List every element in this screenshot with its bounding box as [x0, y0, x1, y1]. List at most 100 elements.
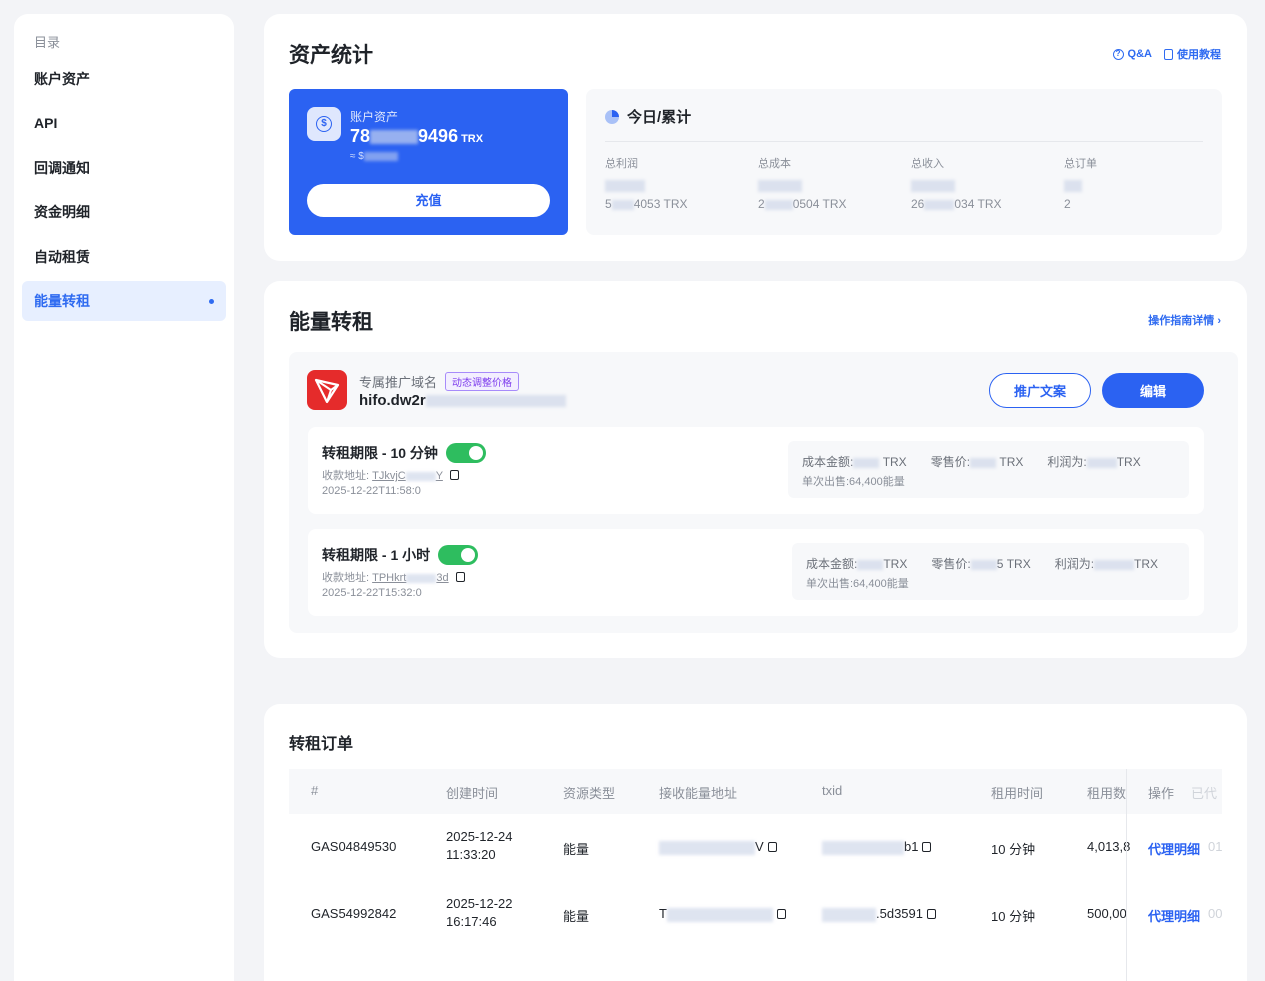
copy-icon[interactable]: [455, 572, 465, 582]
orders-card: 转租订单 # 创建时间 资源类型 接收能量地址 txid 租用时间 租用数 操作…: [264, 704, 1247, 981]
copy-icon[interactable]: [449, 470, 459, 480]
pie-chart-icon: [605, 109, 619, 124]
redacted-mask: [611, 199, 634, 210]
sidebar-item-auto-rent[interactable]: 自动租赁: [22, 237, 226, 277]
stat-value-suffix: 034 TRX: [954, 197, 1002, 211]
price-line: 成本金额: TRX 零售价: 5 TRX 利润为: TRX: [806, 555, 1158, 572]
term-title-row: 转租期限 - 1 小时: [322, 545, 479, 565]
domain-label-row: 专属推广域名 动态调整价格: [359, 372, 520, 391]
address-start: T: [659, 906, 667, 921]
retail-label: 零售价:: [931, 557, 971, 571]
receive-address: 收款地址: TJkvjC Y: [322, 467, 459, 483]
term-title: 转租期限 - 10 分钟: [322, 445, 438, 461]
stat-label: 总利润: [605, 158, 638, 170]
order-created: 2025-12-24 11:33:20: [446, 828, 513, 864]
proxy-detail-link[interactable]: 代理明细: [1148, 906, 1200, 925]
stats-panel: 今日/累计 总利润 5 4053 TRX 总成本 2 0504 TRX 总收入 26…: [586, 89, 1222, 235]
sublet-term-row: 转租期限 - 1 小时 收款地址: TPHkrt 3d 2025-12-22T15…: [308, 529, 1204, 616]
profit: 利润为: TRX: [1047, 453, 1140, 470]
cost-amount: 成本金额: TRX: [802, 453, 907, 470]
redacted-mask: [363, 151, 398, 161]
cost-unit: TRX: [882, 455, 907, 469]
order-address: T: [659, 906, 786, 922]
balance-prefix: 78: [350, 126, 371, 146]
term-date: 2025-12-22T15:32:0: [322, 587, 422, 599]
address-value[interactable]: TJkvjC: [372, 470, 406, 482]
redacted-mask: [764, 199, 793, 210]
price-line: 成本金额: TRX 零售价: TRX 利润为: TRX: [802, 453, 1141, 470]
help-links: ? Q&A 使用教程: [1112, 46, 1221, 62]
order-delegated: 013,: [1208, 839, 1222, 854]
stat-value-prefix: 5: [605, 197, 612, 211]
table-header: # 创建时间 资源类型 接收能量地址 txid 租用时间 租用数 操作 已代: [289, 769, 1222, 814]
order-delegated: 00,0: [1208, 906, 1222, 921]
question-icon: ?: [1112, 48, 1124, 60]
sidebar-heading: 目录: [34, 35, 61, 50]
sidebar-item-energy-sublet[interactable]: 能量转租: [22, 281, 226, 321]
sidebar-item-account-assets[interactable]: 账户资产: [22, 59, 226, 99]
receive-address: 收款地址: TPHkrt 3d: [322, 569, 465, 585]
redacted-mask: [857, 559, 884, 570]
copy-icon[interactable]: [767, 842, 777, 852]
redacted-mask: [911, 179, 955, 192]
sidebar-item-api[interactable]: API: [22, 103, 226, 143]
address-end: V: [755, 839, 764, 854]
tron-logo-icon: [307, 370, 347, 410]
recharge-button[interactable]: 充值: [307, 184, 550, 217]
stat-total-income: 总收入 26 034 TRX: [911, 155, 1051, 211]
copy-icon[interactable]: [927, 909, 936, 919]
redacted-mask: [405, 471, 436, 481]
col-created: 创建时间: [446, 786, 499, 801]
qa-link[interactable]: ? Q&A: [1112, 46, 1152, 62]
redacted-mask: [666, 907, 773, 922]
cost-label: 成本金额:: [802, 455, 854, 469]
term-toggle[interactable]: [438, 545, 479, 565]
tutorial-link[interactable]: 使用教程: [1164, 46, 1221, 62]
active-dot-icon: [209, 299, 214, 304]
address-label: 收款地址:: [322, 470, 370, 482]
balance-amount: 78 9496 TRX: [350, 126, 483, 147]
qa-label: Q&A: [1127, 48, 1152, 60]
order-time: 16:17:46: [446, 914, 497, 929]
stat-label: 总成本: [758, 158, 791, 170]
assets-title: 资产统计: [289, 44, 373, 67]
table-row: GAS54992842 2025-12-22 16:17:46 能量 T .5d3…: [289, 881, 1222, 947]
term-title: 转租期限 - 1 小时: [322, 547, 431, 563]
profit: 利润为: TRX: [1055, 555, 1158, 572]
sublet-panel: 专属推广域名 动态调整价格 hifo.dw2r 推广文案 编辑 转租期限 - 1…: [289, 352, 1238, 633]
order-date: 2025-12-22: [446, 896, 513, 911]
guide-link[interactable]: 操作指南详情 ›: [1148, 312, 1221, 328]
address-value[interactable]: TPHkrt: [372, 572, 406, 584]
profit-unit: TRX: [1134, 557, 1159, 571]
term-toggle[interactable]: [445, 443, 486, 463]
order-amount: 4,013,8: [1087, 839, 1131, 854]
domain-label: 专属推广域名: [359, 375, 438, 390]
redacted-mask: [853, 457, 880, 468]
copy-icon[interactable]: [776, 909, 786, 919]
profit-label: 利润为:: [1047, 455, 1087, 469]
domain-value[interactable]: hifo.dw2r: [359, 392, 566, 409]
txid-end: b1: [904, 839, 919, 854]
order-date: 2025-12-24: [446, 829, 513, 844]
stat-value-prefix: 26: [911, 197, 925, 211]
stat-total-orders: 总订单 2: [1064, 155, 1204, 211]
stat-value: 5 4053 TRX: [605, 197, 745, 211]
sidebar-item-funds[interactable]: 资金明细: [22, 192, 226, 232]
stat-value: 2 0504 TRX: [758, 197, 898, 211]
price-box: 成本金额: TRX 零售价: TRX 利润为: TRX 单次出售:64,400能量: [788, 441, 1189, 498]
promo-copy-button[interactable]: 推广文案: [989, 373, 1091, 408]
tutorial-label: 使用教程: [1177, 49, 1221, 61]
edit-button[interactable]: 编辑: [1102, 373, 1204, 408]
copy-icon[interactable]: [922, 842, 932, 852]
table-row: GAS04849530 2025-12-24 11:33:20 能量 V b1 1…: [289, 814, 1222, 880]
sidebar-item-callback[interactable]: 回调通知: [22, 148, 226, 188]
retail-unit: 5 TRX: [996, 557, 1031, 571]
proxy-detail-link[interactable]: 代理明细: [1148, 839, 1200, 858]
redacted-mask: [1064, 179, 1082, 192]
assets-card: 资产统计 ? Q&A 使用教程 $ 账户资产 78 9496 TRX ≈ $ 充值 …: [264, 14, 1247, 261]
order-id: GAS54992842: [311, 906, 397, 921]
redacted-mask: [605, 179, 645, 192]
redacted-mask: [822, 840, 904, 855]
retail-label: 零售价:: [930, 455, 971, 469]
balance-usd: ≈ $: [350, 151, 398, 162]
